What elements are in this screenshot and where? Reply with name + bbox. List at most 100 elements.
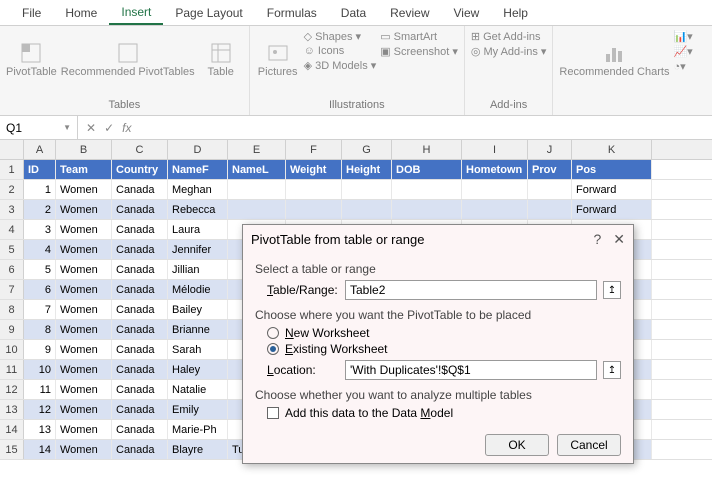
cell[interactable]: 1 xyxy=(24,180,56,199)
radio-new-worksheet[interactable]: New Worksheet xyxy=(267,326,621,340)
cell[interactable] xyxy=(228,200,286,219)
help-icon[interactable]: ? xyxy=(593,231,601,248)
header-cell[interactable]: Hometown xyxy=(462,160,528,179)
cell[interactable] xyxy=(392,200,462,219)
cell[interactable]: 2 xyxy=(24,200,56,219)
cell[interactable]: Canada xyxy=(112,360,168,379)
cell[interactable]: Canada xyxy=(112,280,168,299)
cell[interactable]: Canada xyxy=(112,240,168,259)
col-header-K[interactable]: K xyxy=(572,140,652,159)
range-picker-button[interactable]: ↥ xyxy=(603,281,621,299)
chart-bar-icon[interactable]: 📊▾ xyxy=(673,30,692,43)
header-cell[interactable]: DOB xyxy=(392,160,462,179)
header-cell[interactable]: NameL xyxy=(228,160,286,179)
cell[interactable] xyxy=(528,180,572,199)
enter-icon[interactable]: ✓ xyxy=(104,121,114,135)
cell[interactable]: Rebecca xyxy=(168,200,228,219)
cell[interactable]: Marie-Ph xyxy=(168,420,228,439)
cell[interactable] xyxy=(286,200,342,219)
cell[interactable] xyxy=(528,200,572,219)
pictures-button[interactable]: Pictures xyxy=(256,30,300,90)
ok-button[interactable]: OK xyxy=(485,434,549,456)
close-icon[interactable]: ✕ xyxy=(613,231,625,248)
menu-page-layout[interactable]: Page Layout xyxy=(163,2,254,24)
location-input[interactable] xyxy=(345,360,597,380)
cell[interactable]: Emily xyxy=(168,400,228,419)
col-header-C[interactable]: C xyxy=(112,140,168,159)
cell[interactable] xyxy=(342,200,392,219)
menu-view[interactable]: View xyxy=(442,2,492,24)
chevron-down-icon[interactable]: ▼ xyxy=(63,123,71,132)
fx-icon[interactable]: fx xyxy=(122,121,131,135)
col-header-I[interactable]: I xyxy=(462,140,528,159)
shapes-button[interactable]: ◇Shapes▾ xyxy=(304,30,377,43)
row-header[interactable]: 4 xyxy=(0,220,24,239)
col-header-G[interactable]: G xyxy=(342,140,392,159)
chart-pie-icon[interactable]: ◔▾ xyxy=(673,60,692,73)
cell[interactable] xyxy=(462,200,528,219)
col-header-E[interactable]: E xyxy=(228,140,286,159)
cancel-button[interactable]: Cancel xyxy=(557,434,621,456)
cell[interactable]: Canada xyxy=(112,400,168,419)
cell[interactable]: Canada xyxy=(112,340,168,359)
col-header-B[interactable]: B xyxy=(56,140,112,159)
cell[interactable] xyxy=(392,180,462,199)
menu-review[interactable]: Review xyxy=(378,2,441,24)
get-addins-button[interactable]: ⊞Get Add-ins xyxy=(471,30,547,43)
cell[interactable]: 10 xyxy=(24,360,56,379)
menu-insert[interactable]: Insert xyxy=(109,1,163,25)
3dmodels-button[interactable]: ◈3D Models▾ xyxy=(304,59,377,72)
cell[interactable]: Mélodie xyxy=(168,280,228,299)
name-box[interactable]: Q1 ▼ xyxy=(0,116,78,139)
cell[interactable]: Women xyxy=(56,240,112,259)
cell[interactable]: Jennifer xyxy=(168,240,228,259)
col-header-A[interactable]: A xyxy=(24,140,56,159)
icons-button[interactable]: ☺Icons xyxy=(304,45,377,57)
cell[interactable]: Women xyxy=(56,400,112,419)
row-header[interactable]: 7 xyxy=(0,280,24,299)
cell[interactable]: Women xyxy=(56,360,112,379)
menu-home[interactable]: Home xyxy=(53,2,109,24)
row-header[interactable]: 5 xyxy=(0,240,24,259)
cell[interactable]: Canada xyxy=(112,320,168,339)
cell[interactable]: 5 xyxy=(24,260,56,279)
cell[interactable]: Canada xyxy=(112,200,168,219)
cell[interactable]: 9 xyxy=(24,340,56,359)
row-header[interactable]: 10 xyxy=(0,340,24,359)
row-header[interactable]: 1 xyxy=(0,160,24,179)
smartart-button[interactable]: ▭SmartArt xyxy=(380,30,458,43)
cell[interactable]: Women xyxy=(56,320,112,339)
row-header[interactable]: 14 xyxy=(0,420,24,439)
cell[interactable]: Haley xyxy=(168,360,228,379)
row-header[interactable]: 6 xyxy=(0,260,24,279)
cell[interactable]: Women xyxy=(56,220,112,239)
col-header-H[interactable]: H xyxy=(392,140,462,159)
menu-data[interactable]: Data xyxy=(329,2,378,24)
cell[interactable]: 11 xyxy=(24,380,56,399)
cell[interactable]: 3 xyxy=(24,220,56,239)
cell[interactable]: 4 xyxy=(24,240,56,259)
cell[interactable]: Blayre xyxy=(168,440,228,459)
cell[interactable]: Meghan xyxy=(168,180,228,199)
cell[interactable]: Canada xyxy=(112,380,168,399)
cell[interactable]: 8 xyxy=(24,320,56,339)
cell[interactable]: Forward xyxy=(572,200,652,219)
col-header-J[interactable]: J xyxy=(528,140,572,159)
cell[interactable]: 12 xyxy=(24,400,56,419)
cell[interactable]: Canada xyxy=(112,300,168,319)
header-cell[interactable]: Team xyxy=(56,160,112,179)
cell[interactable]: Natalie xyxy=(168,380,228,399)
row-header[interactable]: 3 xyxy=(0,200,24,219)
header-cell[interactable]: Prov xyxy=(528,160,572,179)
header-cell[interactable]: Height xyxy=(342,160,392,179)
cell[interactable]: Laura xyxy=(168,220,228,239)
cell[interactable]: Brianne xyxy=(168,320,228,339)
cell[interactable]: 13 xyxy=(24,420,56,439)
cell[interactable] xyxy=(286,180,342,199)
menu-file[interactable]: File xyxy=(10,2,53,24)
range-picker-button[interactable]: ↥ xyxy=(603,361,621,379)
cell[interactable]: Women xyxy=(56,440,112,459)
recommended-pivottables-button[interactable]: Recommended PivotTables xyxy=(61,30,195,90)
cell[interactable]: Bailey xyxy=(168,300,228,319)
cell[interactable]: Canada xyxy=(112,220,168,239)
